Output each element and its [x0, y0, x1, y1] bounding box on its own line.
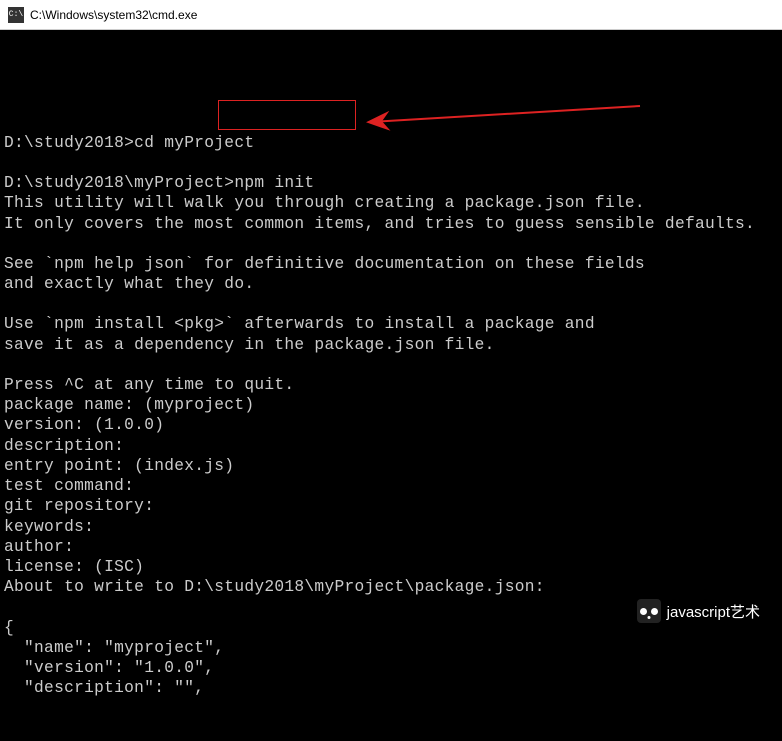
- cmd-icon-label: C:\: [9, 10, 23, 19]
- terminal-line: description:: [4, 436, 778, 456]
- watermark: javascript艺术: [637, 599, 760, 623]
- terminal-line: "description": "",: [4, 678, 778, 698]
- terminal-line: "version": "1.0.0",: [4, 658, 778, 678]
- cmd-icon: C:\: [8, 7, 24, 23]
- terminal-line: [4, 294, 778, 314]
- window-title: C:\Windows\system32\cmd.exe: [30, 8, 197, 22]
- terminal-line: [4, 234, 778, 254]
- terminal-line: It only covers the most common items, an…: [4, 214, 778, 234]
- window-titlebar[interactable]: C:\ C:\Windows\system32\cmd.exe: [0, 0, 782, 30]
- terminal-line: license: (ISC): [4, 557, 778, 577]
- terminal-line: git repository:: [4, 496, 778, 516]
- terminal-line: version: (1.0.0): [4, 415, 778, 435]
- wechat-icon: [637, 599, 661, 623]
- terminal-line: entry point: (index.js): [4, 456, 778, 476]
- terminal-line: See `npm help json` for definitive docum…: [4, 254, 778, 274]
- terminal-line: Press ^C at any time to quit.: [4, 375, 778, 395]
- terminal-line: This utility will walk you through creat…: [4, 193, 778, 213]
- terminal-line: [4, 355, 778, 375]
- terminal-line: D:\study2018>cd myProject: [4, 133, 778, 153]
- terminal-line: save it as a dependency in the package.j…: [4, 335, 778, 355]
- terminal-line: [4, 93, 778, 113]
- watermark-text: javascript艺术: [667, 601, 760, 622]
- terminal-line: keywords:: [4, 517, 778, 537]
- terminal-line: [4, 153, 778, 173]
- terminal-line: About to write to D:\study2018\myProject…: [4, 577, 778, 597]
- terminal-line: test command:: [4, 476, 778, 496]
- terminal-line: D:\study2018\myProject>npm init: [4, 173, 778, 193]
- terminal-line: [4, 113, 778, 133]
- terminal-output[interactable]: D:\study2018>cd myProject D:\study2018\my…: [0, 30, 782, 741]
- terminal-line: author:: [4, 537, 778, 557]
- terminal-line: package name: (myproject): [4, 395, 778, 415]
- terminal-line: and exactly what they do.: [4, 274, 778, 294]
- terminal-line: Use `npm install <pkg>` afterwards to in…: [4, 314, 778, 334]
